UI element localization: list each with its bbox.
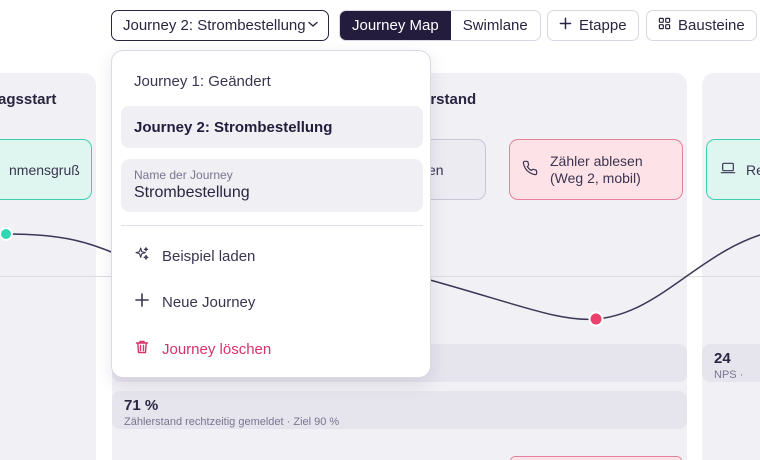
journey-option[interactable]: Journey 1: Geändert [121,60,423,102]
journey-name-label: Name der Journey [134,168,233,182]
journey-select[interactable]: Journey 2: Strombestellung [111,10,329,41]
blocks-label: Bausteine [678,17,745,34]
stage-title: agsstart [0,91,57,108]
journey-map-app: agsstart erstand nmensgruß en Zähler abl… [0,0,760,460]
chevron-down-icon [307,17,319,34]
delete-journey-button[interactable]: Journey löschen [121,329,423,369]
grid-icon [658,17,671,34]
add-stage-label: Etappe [579,17,627,34]
touchpoint-card[interactable]: nmensgruß [0,139,92,200]
laptop-icon [720,160,736,179]
new-journey-label: Neue Journey [162,293,256,311]
metric-caption: Zählerstand rechtzeitig gemeldet · Ziel … [124,416,340,428]
toolbar: Journey 2: Strombestellung Journey Map S… [0,10,760,42]
delete-journey-label: Journey löschen [162,340,272,358]
card-sublabel: (Weg 2, mobil) [550,169,641,186]
sparkles-icon [134,246,150,266]
blocks-button[interactable]: Bausteine [646,10,757,41]
touchpoint-card[interactable] [510,456,682,460]
trash-icon [134,339,150,359]
journey-dropdown-menu: Journey 1: Geändert Journey 2: Strombest… [111,50,431,378]
journey-name-field: Name der Journey [121,159,423,212]
menu-divider [121,225,423,226]
add-stage-button[interactable]: Etappe [547,10,639,41]
new-journey-button[interactable]: Neue Journey [121,282,423,322]
metric-caption: NPS · [714,369,744,381]
plus-icon [134,292,150,312]
journey-name-input[interactable] [134,184,410,202]
view-swimlane-button[interactable]: Swimlane [451,11,540,40]
journey-option-selected[interactable]: Journey 2: Strombestellung [121,106,423,148]
card-label: nmensgruß [9,161,80,178]
stage-column [702,73,760,460]
view-journey-map-button[interactable]: Journey Map [340,11,451,40]
card-label: Zähler ablesen [550,152,643,169]
phone-icon [522,160,538,179]
metric-value: 24 [714,350,731,367]
journey-select-label: Journey 2: Strombestellung [123,17,306,34]
view-switch: Journey Map Swimlane [339,10,541,41]
metric-row: 24 NPS · [702,344,760,382]
stage-column: agsstart [0,73,96,460]
load-example-button[interactable]: Beispiel laden [121,236,423,276]
touchpoint-card[interactable]: Zähler ablesen (Weg 2, mobil) [509,139,683,200]
touchpoint-card[interactable]: Re [706,139,760,200]
load-example-label: Beispiel laden [162,247,256,265]
metric-value: 71 % [124,397,159,414]
card-label: Re [746,161,760,178]
plus-icon [559,17,572,34]
metric-row: 71 % Zählerstand rechtzeitig gemeldet · … [112,391,687,429]
